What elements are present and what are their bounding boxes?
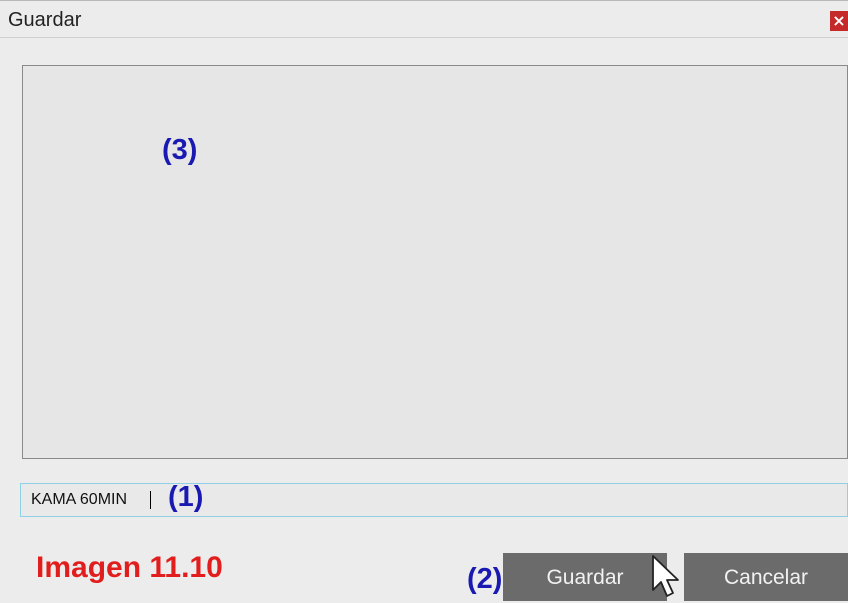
file-name-input[interactable] <box>20 483 848 517</box>
text-caret <box>150 491 151 509</box>
annotation-3: (3) <box>162 134 198 166</box>
mouse-pointer-icon <box>652 555 679 597</box>
close-icon[interactable]: × <box>830 11 848 31</box>
annotation-1: (1) <box>168 481 204 513</box>
save-button[interactable]: Guardar <box>503 553 667 601</box>
figure-caption: Imagen 11.10 <box>36 551 223 584</box>
title-bar[interactable]: Guardar × <box>0 1 848 38</box>
cancel-button[interactable]: Cancelar <box>684 553 848 601</box>
save-dialog: Guardar × (3) (1) Imagen 11.10 (2) Guard… <box>0 0 848 603</box>
window-title: Guardar <box>8 9 82 31</box>
file-list-area[interactable] <box>22 65 848 459</box>
annotation-2: (2) <box>467 563 503 595</box>
